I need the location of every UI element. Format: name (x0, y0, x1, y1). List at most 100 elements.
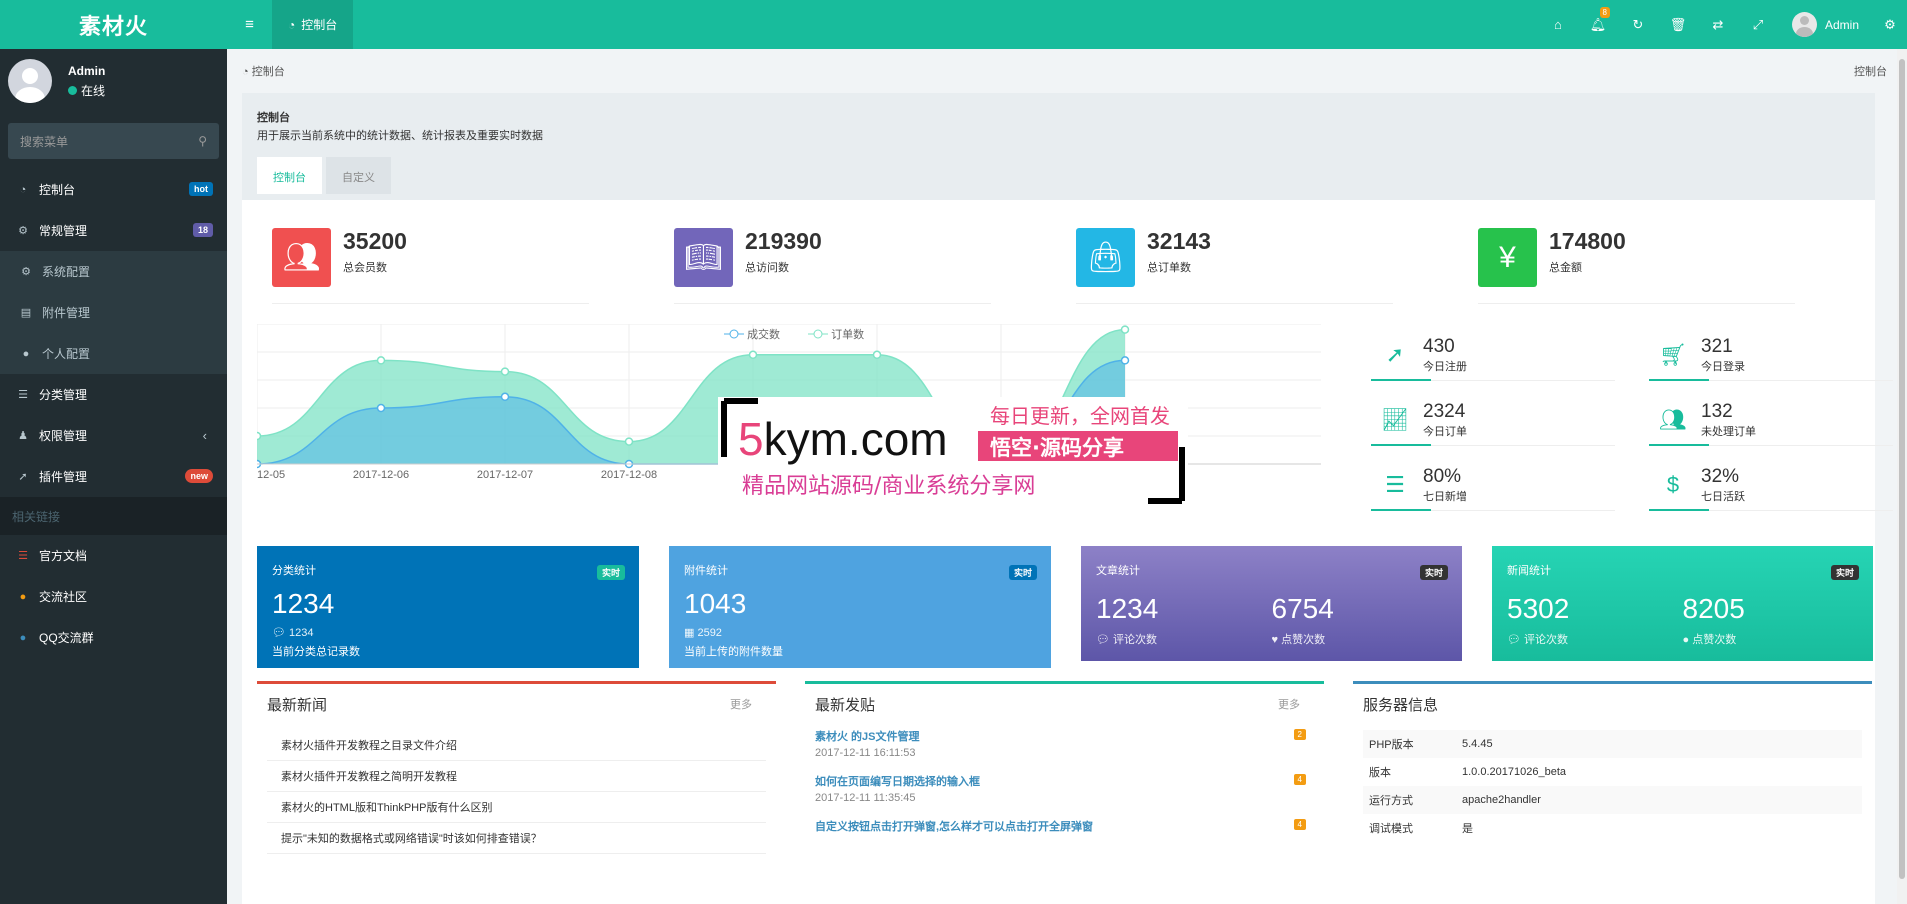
sidebar-search-input[interactable]: 搜索菜单 ⚲ (8, 123, 219, 159)
sidebar-item-attachments[interactable]: ▤ 附件管理 (0, 292, 227, 333)
sidebar-item-community[interactable]: ● 交流社区 (0, 576, 227, 617)
tab-custom[interactable]: 自定义 (326, 157, 391, 194)
table-row: 运行方式 apache2handler (1363, 786, 1862, 814)
stat-orders: 👜︎ 32143 总订单数 (1061, 214, 1463, 304)
list-item[interactable]: 素材火的HTML版和ThinkPHP版有什么区别 (267, 792, 766, 823)
sidebar-item-general[interactable]: ⚙ 常规管理 18 (0, 210, 227, 251)
bell-icon[interactable]: 🔔︎ 8 (1578, 6, 1618, 33)
sidebar-item-dashboard[interactable]: ◔ 控制台 hot (0, 169, 227, 210)
tab-dashboard-panel[interactable]: 控制台 (257, 157, 322, 194)
card-category: 分类统计 实时 1234 💬︎ 1234 当前分类总记录数 (257, 546, 639, 668)
more-link[interactable]: 更多 (1278, 696, 1300, 712)
sidebar-item-addons[interactable]: ➚ 插件管理 new (0, 456, 227, 497)
x-tick-label: 12-05 (257, 469, 285, 481)
trash-icon[interactable]: 🗑︎ (1658, 17, 1698, 33)
panel-desc: 用于展示当前系统中的统计数据、统计报表及重要实时数据 (257, 130, 543, 142)
refresh-icon[interactable]: ↻ (1618, 17, 1658, 33)
notify-badge: 8 (1599, 6, 1610, 18)
group-icon: ♟ (18, 430, 28, 442)
comments-icon: 💬︎ (272, 627, 290, 639)
scrollbar[interactable] (1897, 49, 1907, 904)
mini-stat: ➚ 430 今日注册 (1371, 329, 1615, 381)
card-article: 文章统计 实时 1234 💬︎ 评论次数 6754 ♥ 点赞次数 (1081, 546, 1462, 661)
data-point (1120, 356, 1130, 365)
chevron-left-icon: ‹ (202, 428, 207, 443)
x-tick-label: 2017-12-06 (353, 469, 409, 481)
sidebar-item-system-config[interactable]: ⚙ 系统配置 (0, 251, 227, 292)
realtime-badge: 实时 (1419, 565, 1448, 580)
x-tick-label: 2017-12-08 (601, 469, 657, 481)
sidebar-item-category[interactable]: ☰ 分类管理 (0, 374, 227, 415)
data-point (1120, 325, 1130, 334)
data-point (252, 431, 262, 441)
list-item: 素材火 的JS文件管理 2017-12-11 16:11:53 2 (815, 728, 1314, 759)
user-menu[interactable]: Admin (1778, 12, 1873, 37)
sidebar-item-profile[interactable]: ● 个人配置 (0, 333, 227, 374)
new-badge: new (185, 469, 213, 483)
settings-icon[interactable]: ⚙ (1873, 17, 1907, 33)
list-item[interactable]: 素材火插件开发教程之目录文件介绍 (267, 730, 766, 761)
more-link[interactable]: 更多 (730, 696, 752, 712)
panel-title: 控制台 (257, 112, 290, 124)
sidebar-item-qq[interactable]: ● QQ交流群 (0, 617, 227, 658)
heart-icon: ♥ (1271, 634, 1282, 646)
stat-members: 👥︎ 35200 总会员数 (257, 214, 659, 304)
comments-icon: 💬︎ (1507, 634, 1525, 646)
data-point (376, 403, 386, 413)
rocket-icon: ➚ (1385, 342, 1405, 367)
watermark-overlay: 5kym.com 每日更新，全网首发 悟空·源码分享 精品网站源码/商业系统分享… (718, 397, 1188, 505)
mini-stat: $32% 七日活跃 (1649, 459, 1893, 511)
count-badge: 18 (192, 223, 213, 237)
calendar-icon: ▦ (684, 627, 698, 639)
user-icon: ● (1682, 634, 1693, 646)
data-point (500, 367, 510, 376)
search-icon[interactable]: ⚲ (198, 134, 207, 148)
legend-item[interactable]: 订单数 (808, 326, 878, 342)
table-row: PHP版本 5.4.45 (1363, 730, 1862, 758)
box-posts: 最新发贴 更多 素材火 的JS文件管理 2017-12-11 16:11:53 2 如… (805, 681, 1324, 904)
chart-legend: 成交数 订单数 (724, 326, 892, 342)
app-logo[interactable]: 素材火 (0, 0, 227, 49)
legend-item[interactable]: 成交数 (724, 326, 794, 342)
user-name: Admin (68, 63, 106, 78)
user-status: 在线 (68, 82, 105, 99)
table-row: 调试模式是 (1369, 823, 1473, 835)
fullscreen-icon[interactable]: ⤢ (1738, 17, 1778, 33)
yen-icon: ¥ (1478, 228, 1537, 287)
list-item[interactable]: 素材火插件开发教程之简明开发教程 (267, 761, 766, 792)
list-alt-icon: ☰ (1385, 472, 1405, 497)
users-icon: 👥︎ (272, 228, 331, 287)
svg-text:5kym.com: 5kym.com (738, 413, 948, 465)
list-icon: ☰ (18, 550, 28, 562)
watermark-tagline: 精品网站源码/商业系统分享网 (742, 474, 1035, 499)
sidebar-item-auth[interactable]: ♟ 权限管理 ‹ (0, 415, 227, 456)
language-icon[interactable]: ⇄ (1698, 17, 1738, 33)
comments-icon: 💬︎ (1096, 634, 1114, 646)
list-item: 自定义按钮点击打开弹窗,怎么样才可以点击打开全屏弹窗 4 (815, 818, 1314, 834)
data-point (872, 350, 882, 360)
dashboard-icon: ◔ (242, 66, 252, 78)
tab-dashboard[interactable]: ◔ 控制台 (272, 0, 354, 49)
list-item[interactable]: 提示"未知的数据格式或网络错误"时该如何排查错误？ (267, 823, 766, 854)
x-tick-label: 2017-12-07 (477, 469, 533, 481)
cog-icon: ⚙ (21, 266, 31, 278)
file-image-icon: ▤ (20, 307, 32, 319)
hot-badge: hot (189, 182, 213, 196)
data-point (500, 392, 510, 402)
user-icon: ● (22, 347, 30, 360)
stat-amount: ¥ 174800 总金额 (1463, 214, 1865, 304)
home-icon[interactable]: ⌂ (1538, 17, 1578, 32)
shopping-bag-icon: 👜︎ (1076, 228, 1135, 287)
card-attachment: 附件统计 实时 1043 ▦ 2592 当前上传的附件数量 (669, 546, 1051, 668)
sidebar-item-docs[interactable]: ☰ 官方文档 (0, 535, 227, 576)
table-row: 版本 1.0.0.20171026_beta (1369, 766, 1566, 779)
mini-stat: 👥︎ 132 未处理订单 (1649, 394, 1893, 446)
online-dot-icon (68, 85, 77, 95)
mini-stat: ☰ 80% 七日新增 (1371, 459, 1615, 511)
menu-toggle-icon[interactable]: ≡ (227, 0, 272, 49)
dollar-icon: $ (1666, 472, 1680, 497)
box-server: 服务器信息 PHP版本 5.4.45 版本 1.0.0.20171026_beta … (1353, 681, 1872, 904)
realtime-badge: 实时 (1830, 565, 1859, 580)
watermark-brand: 悟空·源码分享 (990, 436, 1124, 460)
mini-stat: 🛒︎ 321 今日登录 (1649, 329, 1893, 381)
